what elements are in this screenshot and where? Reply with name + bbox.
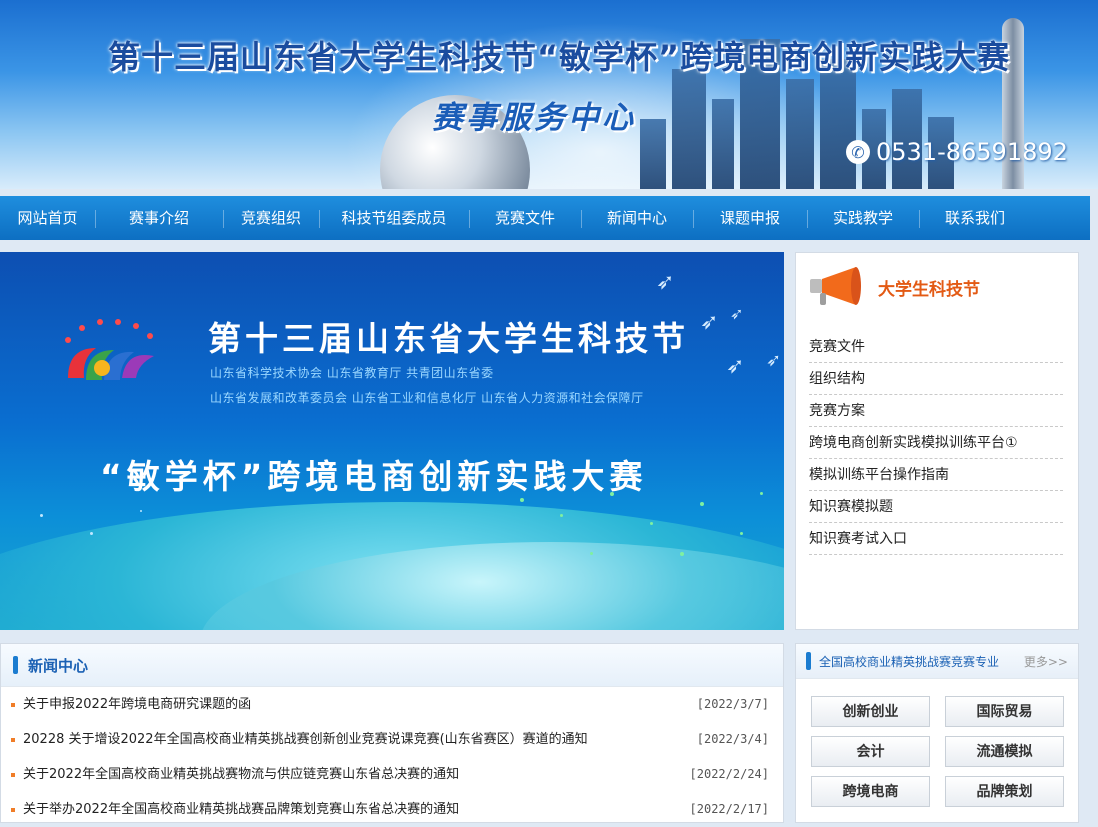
nav-item-home[interactable]: 网站首页 (0, 196, 95, 240)
banner-subtitle: 赛事服务中心 (432, 100, 636, 136)
nav-item-topics[interactable]: 课题申报 (693, 196, 807, 240)
news-title: 新闻中心 (28, 656, 89, 675)
news-item[interactable]: 关于申报2022年跨境电商研究课题的函 [2022/3/7] (1, 687, 783, 722)
more-link[interactable]: 更多>> (1024, 653, 1068, 670)
sparkle (560, 514, 563, 517)
sidebar-link-mock-questions[interactable]: 知识赛模拟题 (809, 491, 1063, 523)
sparkle (650, 522, 653, 525)
nav-item-news[interactable]: 新闻中心 (581, 196, 693, 240)
building-image (786, 79, 814, 189)
section-marker-icon (806, 652, 811, 670)
bird-icon: ➶ (726, 354, 745, 379)
hero-banner: 第十三届山东省大学生科技节 山东省科学技术协会 山东省教育厅 共青团山东省委 山… (0, 252, 784, 630)
sidebar-festival-links: 竞赛文件 组织结构 竞赛方案 跨境电商创新实践模拟训练平台① 模拟训练平台操作指… (809, 331, 1063, 555)
nav-item-teaching[interactable]: 实践教学 (807, 196, 919, 240)
news-item-title[interactable]: 关于申报2022年跨境电商研究课题的函 (23, 697, 251, 712)
major-button-branding[interactable]: 品牌策划 (945, 776, 1064, 807)
sidebar-festival: 大学生科技节 竞赛文件 组织结构 竞赛方案 跨境电商创新实践模拟训练平台① 模拟… (795, 252, 1079, 630)
building-image (712, 99, 734, 189)
banner-title: 第十三届山东省大学生科技节“敏学杯”跨境电商创新实践大赛 (108, 38, 1011, 76)
phone-number: 0531-86591892 (876, 138, 1068, 166)
sparkle (40, 514, 43, 517)
megaphone-icon (810, 267, 861, 305)
sparkle (610, 492, 614, 496)
sparkle (680, 552, 684, 556)
main-nav: 网站首页 赛事介绍 竞赛组织 科技节组委成员 竞赛文件 新闻中心 课题申报 实践… (0, 196, 1090, 240)
sparkle (740, 532, 743, 535)
major-button-innovation[interactable]: 创新创业 (811, 696, 930, 727)
sidebar-link-exam-entry[interactable]: 知识赛考试入口 (809, 523, 1063, 555)
sparkle (140, 510, 142, 512)
nav-item-contact[interactable]: 联系我们 (919, 196, 1031, 240)
news-item-date: [2022/2/17] (689, 802, 769, 816)
nav-item-documents[interactable]: 竞赛文件 (469, 196, 581, 240)
news-item[interactable]: 关于2022年全国高校商业精英挑战赛物流与供应链竞赛山东省总决赛的通知 [202… (1, 757, 783, 792)
major-button-ecommerce[interactable]: 跨境电商 (811, 776, 930, 807)
building-image (640, 119, 666, 189)
news-item-date: [2022/2/24] (689, 767, 769, 781)
news-item[interactable]: 关于举办2022年全国高校商业精英挑战赛品牌策划竞赛山东省总决赛的通知 [202… (1, 792, 783, 827)
news-panel: 新闻中心 关于申报2022年跨境电商研究课题的函 [2022/3/7] 2022… (0, 643, 784, 823)
sidebar-link-documents[interactable]: 竞赛文件 (809, 331, 1063, 363)
news-item-title[interactable]: 关于2022年全国高校商业精英挑战赛物流与供应链竞赛山东省总决赛的通知 (23, 767, 459, 782)
nav-item-intro[interactable]: 赛事介绍 (95, 196, 223, 240)
sidebar-link-training-platform[interactable]: 跨境电商创新实践模拟训练平台① (809, 427, 1063, 459)
news-list: 关于申报2022年跨境电商研究课题的函 [2022/3/7] 20228 关于增… (1, 687, 783, 827)
hero-organizers-line1: 山东省科学技术协会 山东省教育厅 共青团山东省委 (210, 366, 494, 380)
sidebar-majors-header: 全国高校商业精英挑战赛竞赛专业 更多>> (796, 644, 1078, 679)
bird-icon: ➶ (730, 304, 744, 323)
phone-icon: ✆ (846, 140, 870, 164)
sidebar-majors-title: 全国高校商业精英挑战赛竞赛专业 (819, 654, 1000, 669)
major-button-accounting[interactable]: 会计 (811, 736, 930, 767)
section-marker-icon (13, 656, 18, 674)
sidebar-majors: 全国高校商业精英挑战赛竞赛专业 更多>> 创新创业 国际贸易 会计 流通模拟 跨… (795, 643, 1079, 823)
sparkle (90, 532, 93, 535)
hero-title: 第十三届山东省大学生科技节 (208, 319, 689, 358)
hero-organizers-line2: 山东省发展和改革委员会 山东省工业和信息化厅 山东省人力资源和社会保障厅 (210, 391, 644, 405)
news-item-date: [2022/3/4] (696, 732, 769, 746)
bird-icon: ➶ (766, 350, 782, 371)
sparkle (700, 502, 704, 506)
building-image (820, 59, 856, 189)
major-button-circulation[interactable]: 流通模拟 (945, 736, 1064, 767)
news-item-date: [2022/3/7] (696, 697, 769, 711)
major-button-trade[interactable]: 国际贸易 (945, 696, 1064, 727)
bird-icon: ➶ (700, 310, 719, 335)
majors-grid: 创新创业 国际贸易 会计 流通模拟 跨境电商 品牌策划 (811, 696, 1065, 807)
sidebar-link-platform-guide[interactable]: 模拟训练平台操作指南 (809, 459, 1063, 491)
sidebar-link-plan[interactable]: 竞赛方案 (809, 395, 1063, 427)
sparkle (760, 492, 763, 495)
sparkle (520, 498, 524, 502)
festival-logo-icon (65, 319, 154, 380)
nav-item-organization[interactable]: 竞赛组织 (223, 196, 319, 240)
building-image (672, 69, 706, 189)
sidebar-festival-title: 大学生科技节 (878, 279, 980, 300)
sidebar-festival-header: 大学生科技节 (808, 263, 1068, 311)
bird-icon: ➶ (656, 270, 675, 295)
sparkle (590, 552, 593, 555)
news-item-title[interactable]: 20228 关于增设2022年全国高校商业精英挑战赛创新创业竞赛说课竞赛(山东省… (23, 732, 588, 747)
nav-item-committee[interactable]: 科技节组委成员 (319, 196, 469, 240)
news-header: 新闻中心 (1, 644, 783, 687)
news-item-title[interactable]: 关于举办2022年全国高校商业精英挑战赛品牌策划竞赛山东省总决赛的通知 (23, 802, 459, 817)
hero-contest-name: “敏学杯”跨境电商创新实践大赛 (100, 457, 648, 496)
header-banner: 第十三届山东省大学生科技节“敏学杯”跨境电商创新实践大赛 赛事服务中心 ✆ 05… (0, 0, 1098, 189)
banner-phone: ✆ 0531-86591892 (846, 138, 1068, 166)
news-item[interactable]: 20228 关于增设2022年全国高校商业精英挑战赛创新创业竞赛说课竞赛(山东省… (1, 722, 783, 757)
sidebar-link-structure[interactable]: 组织结构 (809, 363, 1063, 395)
